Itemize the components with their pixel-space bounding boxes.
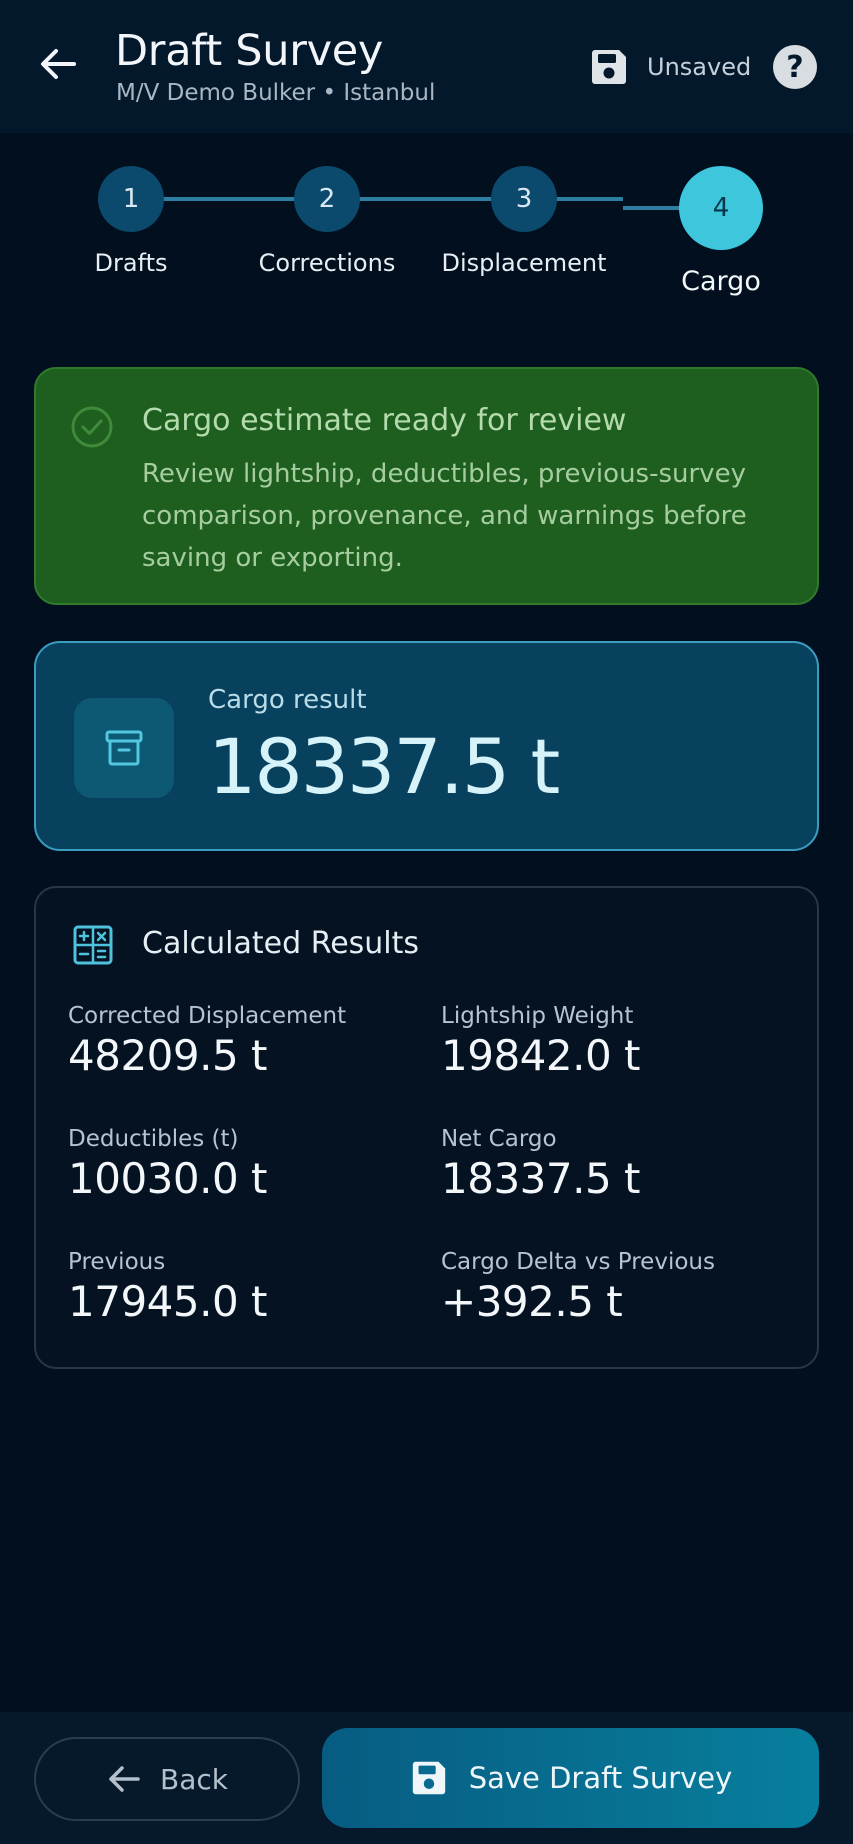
- floppy-disk-icon: [592, 50, 626, 84]
- metric-net-cargo: Net Cargo 18337.5 t: [441, 1126, 641, 1203]
- step-indicator: 1 Drafts 2 Corrections 3 Displacement 4 …: [0, 133, 853, 313]
- cargo-result-card: Cargo result 18337.5 t: [34, 641, 819, 851]
- cargo-icon-box: [74, 698, 174, 798]
- step-1-circle[interactable]: 1: [98, 166, 164, 232]
- step-4-label: Cargo: [681, 266, 761, 297]
- arrow-left-icon: [41, 49, 76, 79]
- app-bar: Draft Survey M/V Demo Bulker • Istanbul …: [0, 0, 853, 133]
- metric-lightship-weight: Lightship Weight 19842.0 t: [441, 1003, 641, 1080]
- save-status[interactable]: Unsaved: [588, 44, 751, 90]
- cargo-result-value: 18337.5 t: [208, 722, 560, 811]
- banner-text: Review lightship, deductibles, previous-…: [142, 459, 747, 573]
- calculated-results-card: Calculated Results Corrected Displacemen…: [34, 886, 819, 1369]
- step-connector: [623, 206, 683, 210]
- page-title: Draft Survey: [115, 26, 384, 76]
- step-2-label: Corrections: [258, 249, 396, 277]
- save-draft-survey-button[interactable]: Save Draft Survey: [322, 1728, 819, 1828]
- metric-deductibles: Deductibles (t) 10030.0 t: [68, 1126, 268, 1203]
- step-3-circle[interactable]: 3: [491, 166, 557, 232]
- step-2-circle[interactable]: 2: [294, 166, 360, 232]
- banner-title: Cargo estimate ready for review: [142, 403, 627, 438]
- help-button[interactable]: ?: [773, 45, 817, 89]
- step-connector: [358, 197, 493, 201]
- step-connector: [160, 197, 295, 201]
- back-button[interactable]: Back: [34, 1737, 300, 1821]
- step-3-label: Displacement: [441, 249, 607, 277]
- step-4-circle[interactable]: 4: [679, 166, 763, 250]
- metric-corrected-displacement: Corrected Displacement 48209.5 t: [68, 1003, 347, 1080]
- save-button-label: Save Draft Survey: [468, 1761, 733, 1795]
- metric-cargo-delta: Cargo Delta vs Previous +392.5 t: [441, 1249, 715, 1326]
- vessel-subtitle: M/V Demo Bulker • Istanbul: [116, 80, 436, 106]
- arrow-left-icon: [109, 1766, 140, 1792]
- step-connector: [555, 197, 623, 201]
- calculator-icon: [73, 925, 113, 965]
- bottom-action-bar: Back Save Draft Survey: [0, 1712, 853, 1844]
- step-1-label: Drafts: [94, 249, 168, 277]
- cargo-result-label: Cargo result: [208, 685, 367, 715]
- archive-box-icon: [105, 730, 143, 766]
- ready-banner: Cargo estimate ready for review Review l…: [34, 367, 819, 605]
- back-button-label: Back: [160, 1762, 228, 1796]
- check-circle-icon: [71, 406, 113, 448]
- back-arrow-button[interactable]: [30, 36, 86, 92]
- floppy-disk-icon: [412, 1761, 445, 1795]
- save-status-label: Unsaved: [647, 53, 752, 81]
- question-circle-icon: ?: [786, 49, 804, 85]
- calculated-results-title: Calculated Results: [142, 926, 420, 961]
- metric-previous: Previous 17945.0 t: [68, 1249, 268, 1326]
